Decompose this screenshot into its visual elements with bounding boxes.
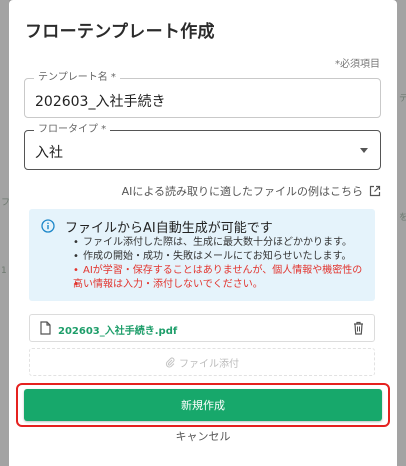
background-text: テ [399, 94, 406, 104]
info-item: 作成の開始・成功・失敗はメールにてお知らせいたします。 [73, 250, 362, 264]
template-name-field[interactable]: テンプレート名 * 202603_入社手続き [24, 72, 381, 118]
create-button[interactable]: 新規作成 [24, 389, 382, 421]
template-name-input[interactable]: 202603_入社手続き [35, 91, 165, 111]
flow-type-value[interactable]: 入社 [35, 142, 63, 162]
file-example-link-label[interactable]: AIによる読み取りに適したファイルの例はこちら [122, 183, 363, 199]
flow-type-select[interactable]: フロータイプ * 入社 [24, 124, 381, 170]
create-button-highlight: 新規作成 [16, 383, 390, 427]
attach-file-button[interactable]: ファイル添付 [29, 348, 375, 376]
attached-file-name[interactable]: 202603_入社手続き.pdf [58, 322, 177, 337]
dialog-title: フローテンプレート作成 [25, 22, 215, 42]
external-link-icon[interactable] [369, 185, 381, 197]
flow-type-label: フロータイプ * [34, 124, 111, 136]
info-warning: 高い情報は入力・添付しないでください。 [73, 278, 362, 292]
attached-file-row: 202603_入社手続き.pdf [29, 314, 375, 342]
info-item: ファイル添付した際は、生成に最大数十分ほどかかります。 [73, 236, 362, 250]
required-note: *必須項目 [335, 59, 380, 70]
background-text: を [399, 213, 406, 223]
attach-file-label[interactable]: ファイル添付 [179, 355, 239, 370]
document-icon [40, 321, 51, 335]
ai-info-box: ファイルからAI自動生成が可能です ファイル添付した際は、生成に最大数十分ほどか… [29, 209, 375, 301]
info-title: ファイルからAI自動生成が可能です [65, 221, 273, 236]
caret-down-icon[interactable] [360, 148, 368, 153]
paperclip-icon [165, 357, 175, 368]
background-left-strip [0, 0, 9, 466]
background-text: 1 [1, 266, 7, 276]
info-icon [41, 219, 55, 233]
info-warning: AIが学習・保存することはありませんが、個人情報や機密性の [73, 264, 362, 278]
trash-icon[interactable] [353, 321, 364, 335]
background-right-strip [397, 0, 406, 466]
template-name-label: テンプレート名 * [34, 72, 120, 84]
create-template-dialog: フローテンプレート作成 *必須項目 テンプレート名 * 202603_入社手続き… [9, 0, 397, 466]
info-list: ファイル添付した際は、生成に最大数十分ほどかかります。 作成の開始・成功・失敗は… [73, 236, 362, 292]
file-example-link[interactable]: AIによる読み取りに適したファイルの例はこちら [122, 183, 381, 199]
cancel-button[interactable]: キャンセル [9, 428, 397, 444]
